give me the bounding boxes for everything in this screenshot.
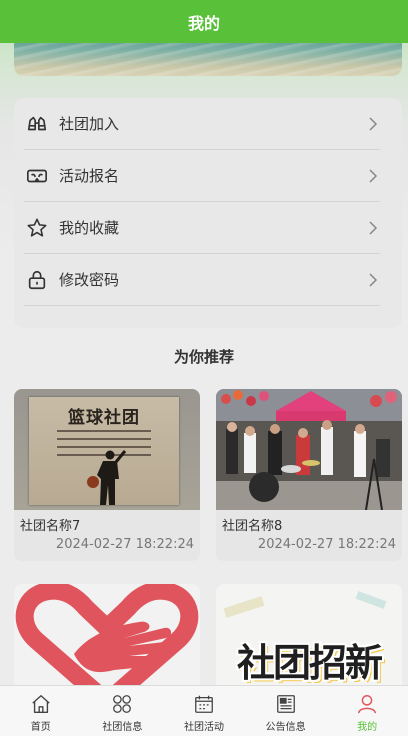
nav-item-announcements[interactable]: 公告信息 <box>245 686 327 736</box>
nav-label: 首页 <box>30 722 51 733</box>
user-icon <box>356 693 378 715</box>
card-time: 2024-02-27 18:22:24 <box>257 537 396 552</box>
menu-item-change-password[interactable]: 修改密码 <box>24 254 380 306</box>
chevron-right-icon <box>366 272 380 287</box>
poster-title: 篮球社团 <box>68 408 140 428</box>
recommend-card[interactable]: 篮球社团 社团名称7 2024-02-27 18:22:24 <box>14 389 200 561</box>
card-image <box>216 389 402 510</box>
star-icon <box>25 216 49 240</box>
decoration <box>355 591 387 609</box>
menu-item-label: 活动报名 <box>59 167 120 185</box>
vr-goggles-icon <box>25 164 49 188</box>
menu-card: 社团加入 活动报名 我的收藏 修改密码 <box>14 98 402 328</box>
nav-item-mine[interactable]: 我的 <box>326 686 408 736</box>
menu-item-my-favorites[interactable]: 我的收藏 <box>24 202 380 254</box>
binoculars-icon <box>25 112 49 136</box>
card-time: 2024-02-27 18:22:24 <box>55 537 194 552</box>
lock-icon <box>25 268 49 292</box>
menu-item-activity-signup[interactable]: 活动报名 <box>24 150 380 202</box>
card-title: 社团名称7 <box>20 519 81 534</box>
nav-label: 我的 <box>357 722 378 733</box>
nav-item-home[interactable]: 首页 <box>0 686 82 736</box>
menu-item-label: 修改密码 <box>59 271 120 289</box>
recommend-section-title: 为你推荐 <box>173 348 234 366</box>
menu-item-label: 我的收藏 <box>59 219 120 237</box>
decoration <box>223 596 265 618</box>
card-image: 篮球社团 <box>14 389 200 510</box>
calendar-icon <box>193 693 215 715</box>
nav-label: 社团信息 <box>102 722 143 733</box>
bottom-nav: 首页 社团信息 社团活动 公告信息 我的 <box>0 685 408 736</box>
recommend-card[interactable]: 社团名称8 2024-02-27 18:22:24 <box>216 389 402 561</box>
page-title: 我的 <box>187 13 220 33</box>
basketball-club-poster: 篮球社团 <box>29 397 179 505</box>
menu-item-label: 社团加入 <box>59 115 120 133</box>
home-icon <box>30 693 52 715</box>
band-performance-photo <box>216 389 402 510</box>
card-title: 社团名称8 <box>222 519 283 534</box>
basketball-player-silhouette <box>87 450 127 505</box>
nav-item-club-info[interactable]: 社团信息 <box>82 686 164 736</box>
recruit-poster-text: 社团招新 <box>236 641 383 685</box>
chevron-right-icon <box>366 116 380 131</box>
newspaper-icon <box>275 693 297 715</box>
profile-page: 我的 社团加入 活动报名 我的收藏 修改密码 为你推荐 篮球社团 社团名称7 2… <box>0 0 408 736</box>
nav-label: 公告信息 <box>265 722 306 733</box>
menu-item-join-club[interactable]: 社团加入 <box>24 98 380 150</box>
chevron-right-icon <box>366 168 380 183</box>
nav-item-club-activities[interactable]: 社团活动 <box>163 686 245 736</box>
header-bar: 我的 <box>0 0 408 43</box>
nav-label: 社团活动 <box>183 722 224 733</box>
grid-icon <box>111 693 133 715</box>
chevron-right-icon <box>366 220 380 235</box>
